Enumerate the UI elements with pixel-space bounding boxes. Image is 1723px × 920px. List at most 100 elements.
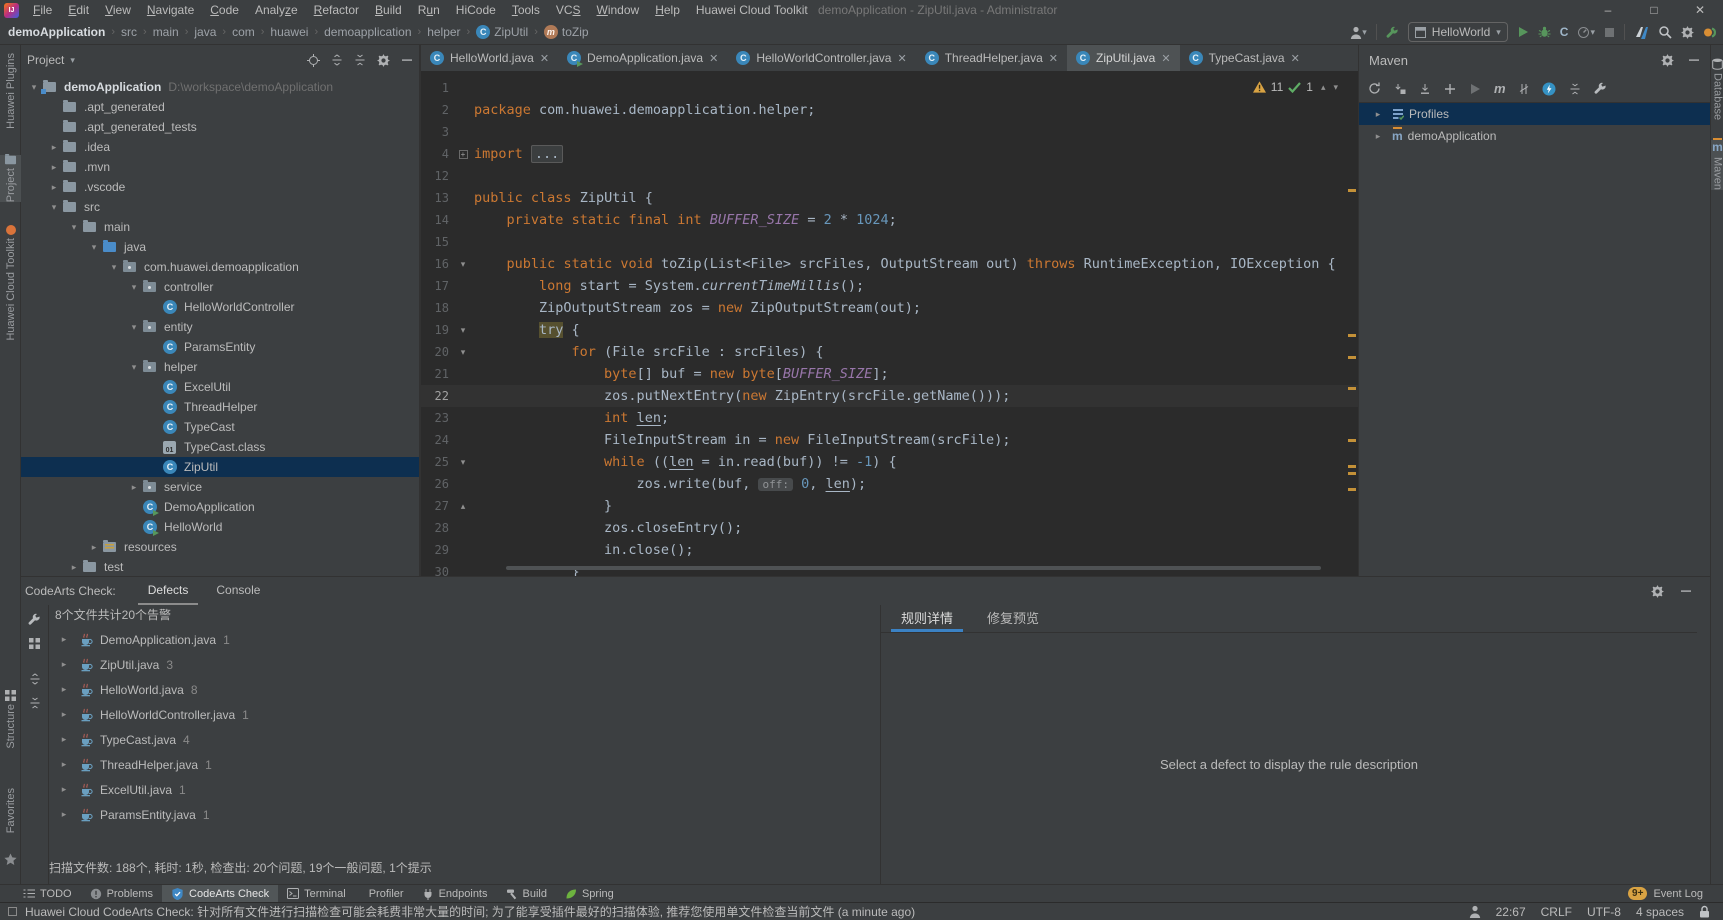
tree-item-src[interactable]: ▾src [21,197,419,217]
tree-item-controller[interactable]: ▾controller [21,277,419,297]
toolwindow-spring[interactable]: Spring [556,885,623,903]
codearts-group-by-button[interactable] [29,638,40,649]
defect-file-row[interactable]: ▸ThreadHelper.java1 [49,752,880,777]
chevron-right-icon[interactable]: ▸ [55,634,73,645]
chevron-right-icon[interactable]: ▸ [65,562,83,573]
tree-item-paramsentity[interactable]: CParamsEntity [21,337,419,357]
defect-file-row[interactable]: ▸ExcelUtil.java1 [49,777,880,802]
menu-item-hicode[interactable]: HiCode [448,3,504,17]
tree-item-typecast[interactable]: CTypeCast [21,417,419,437]
error-stripe-mark[interactable] [1348,439,1356,442]
menu-item-refactor[interactable]: Refactor [306,3,367,17]
close-button[interactable]: ✕ [1677,0,1723,20]
toolwindow-build[interactable]: Build [497,885,556,903]
project-locate-button[interactable] [307,54,320,67]
chevron-down-icon[interactable]: ▾ [65,222,83,233]
indent-setting[interactable]: 4 spaces [1636,905,1684,919]
tree-item-ziputil[interactable]: CZipUtil [21,457,419,477]
chevron-down-icon[interactable]: ▾ [85,242,103,253]
defect-file-row[interactable]: ▸ParamsEntity.java1 [49,802,880,827]
fold-collapse-icon[interactable]: ▾ [461,259,466,269]
editor-tab-helloworldcontroller-java[interactable]: CHelloWorldController.java✕ [727,45,915,71]
debug-button[interactable] [1538,26,1551,38]
breadcrumb-item[interactable]: java [194,25,216,39]
huawei-toolkit-button[interactable] [1634,25,1649,39]
fold-expand-icon[interactable]: + [459,150,468,159]
maven-refresh-button[interactable] [1368,82,1381,95]
codearts-gear-button[interactable] [1651,585,1664,598]
tree-item--mvn[interactable]: ▸.mvn [21,157,419,177]
chevron-right-icon[interactable]: ▸ [55,709,73,720]
chevron-right-icon[interactable]: ▸ [55,759,73,770]
settings-button[interactable] [1681,26,1694,39]
codearts-expand-all-button[interactable] [29,673,41,685]
status-message[interactable]: Huawei Cloud CodeArts Check: 针对所有文件进行扫描检… [0,903,915,920]
tree-item-helloworldcontroller[interactable]: CHelloWorldController [21,297,419,317]
menu-item-code[interactable]: Code [202,3,247,17]
defect-file-row[interactable]: ▸HelloWorld.java8 [49,677,880,702]
rule-tab-preview[interactable]: 修复预览 [977,605,1049,632]
stop-button[interactable] [1604,27,1615,38]
wrench-green-icon[interactable] [1386,26,1399,39]
search-everywhere-button[interactable] [1658,25,1672,39]
stripe-tab-database[interactable]: Database [1711,58,1723,120]
toolwindow-profiler[interactable]: Profiler [355,885,413,903]
breadcrumb-item[interactable]: com [232,25,255,39]
chevron-right-icon[interactable]: ▸ [1369,109,1387,120]
menu-item-run[interactable]: Run [410,3,448,17]
error-stripe-mark[interactable] [1348,465,1356,468]
run-button[interactable] [1517,26,1529,38]
project-gear-button[interactable] [377,54,390,67]
fold-end-icon[interactable]: ▴ [461,501,466,511]
close-icon[interactable]: ✕ [1161,52,1170,65]
tree-item-demoapplication[interactable]: ▾demoApplicationD:\workspace\demoApplica… [21,77,419,97]
editor-tab-demoapplication-java[interactable]: CDemoApplication.java✕ [558,45,727,71]
error-stripe-mark[interactable] [1348,387,1356,390]
stripe-tab-structure[interactable]: Structure [0,690,21,749]
menu-item-build[interactable]: Build [367,3,410,17]
maven-gear-button[interactable] [1661,54,1674,67]
toolwindow-terminal[interactable]: Terminal [278,885,355,903]
menu-item-file[interactable]: File [25,3,60,17]
maven-download-sources-button[interactable] [1394,83,1406,95]
tree-item--apt-generated[interactable]: .apt_generated [21,97,419,117]
chevron-right-icon[interactable]: ▸ [55,659,73,670]
fold-collapse-icon[interactable]: ▾ [461,325,466,335]
close-icon[interactable]: ✕ [709,52,718,65]
favorites-star-icon[interactable] [0,853,21,866]
line-separator[interactable]: CRLF [1541,905,1572,919]
tree-item-typecast-class[interactable]: 01TypeCast.class [21,437,419,457]
tree-item-service[interactable]: ▸service [21,477,419,497]
chevron-right-icon[interactable]: ▸ [1369,131,1387,142]
tree-item-resources[interactable]: ▸resources [21,537,419,557]
prev-issue-icon[interactable]: ▴ [1321,82,1326,93]
menu-item-huawei-cloud-toolkit[interactable]: Huawei Cloud Toolkit [688,3,816,17]
stripe-tab-favorites[interactable]: Favorites [0,788,21,833]
menu-item-tools[interactable]: Tools [504,3,548,17]
tree-item-demoapplication[interactable]: CDemoApplication [21,497,419,517]
project-minimize-button[interactable] [401,54,413,66]
tree-item-com-huawei-demoapplication[interactable]: ▾com.huawei.demoapplication [21,257,419,277]
minimize-button[interactable]: – [1585,0,1631,20]
chevron-down-icon[interactable]: ▾ [125,322,143,333]
chevron-right-icon[interactable]: ▸ [55,734,73,745]
editor-tab-helloworld-java[interactable]: CHelloWorld.java✕ [421,45,558,71]
codearts-collapse-all-button[interactable] [29,697,41,709]
breadcrumb-item[interactable]: huawei [270,25,308,39]
menu-item-edit[interactable]: Edit [60,3,97,17]
maven-download-button[interactable] [1419,83,1431,95]
stripe-tab-huawei-plugins[interactable]: Huawei Plugins [0,53,21,129]
maven-skip-tests-button[interactable] [1519,83,1529,95]
editor-tab-ziputil-java[interactable]: CZipUtil.java✕ [1067,45,1180,71]
horizontal-scrollbar[interactable] [506,566,1321,570]
breadcrumb-item[interactable]: main [153,25,179,39]
accessibility-icon[interactable] [1469,905,1481,918]
breadcrumb-item[interactable]: demoApplication [8,25,105,39]
menu-item-view[interactable]: View [97,3,139,17]
rule-tab-detail[interactable]: 规则详情 [891,605,963,632]
maven-maven-goal-button[interactable]: m [1494,81,1506,96]
close-icon[interactable]: ✕ [540,52,549,65]
breadcrumb-item[interactable]: CZipUtil [476,25,528,39]
file-encoding[interactable]: UTF-8 [1587,905,1621,919]
error-stripe-mark[interactable] [1348,334,1356,337]
